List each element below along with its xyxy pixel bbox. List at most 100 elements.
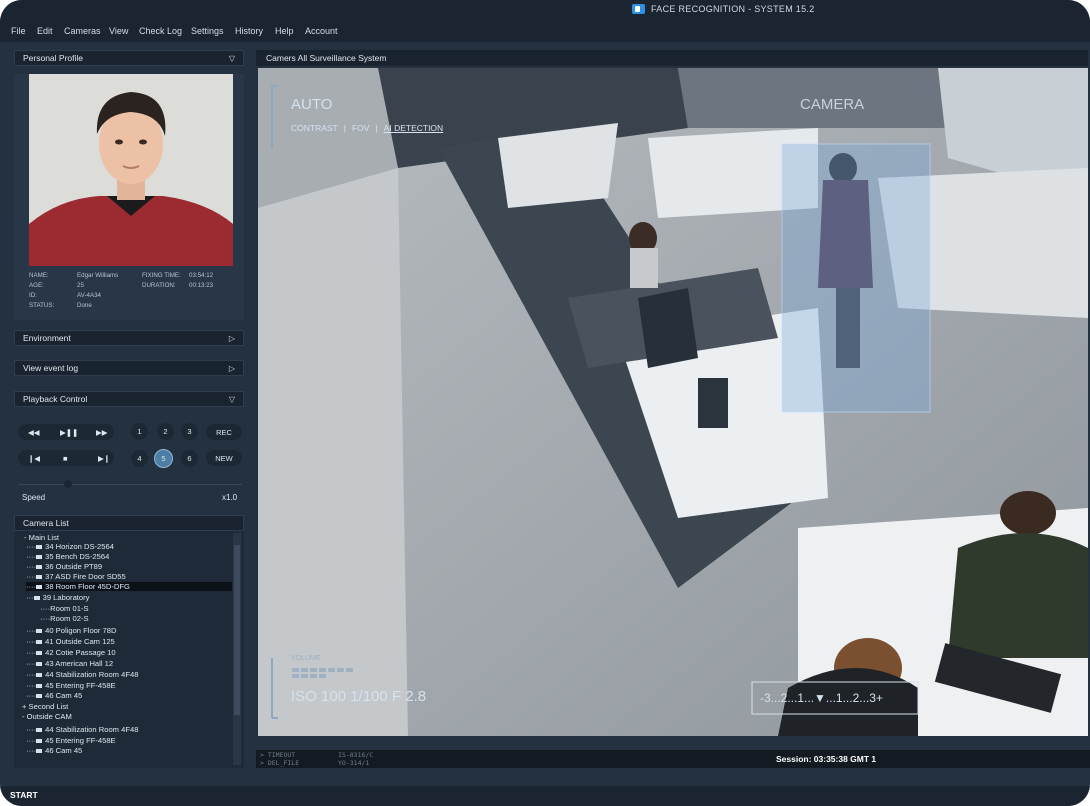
playback-control-title: Playback Control	[23, 394, 88, 404]
status-line-1: > TIMEOUT	[260, 751, 296, 759]
menu-cameras[interactable]: Cameras	[64, 26, 101, 36]
camera-item[interactable]: ···· 37 ASD Fire Door SD55	[26, 572, 126, 581]
camera-item[interactable]: ···· 35 Bench DS-2564	[26, 552, 109, 561]
camera-item[interactable]: ···· 46 Cam 45	[26, 746, 82, 755]
personal-profile-header[interactable]: Personal Profile ▽	[14, 50, 244, 66]
channel-button-3[interactable]: 3	[181, 423, 198, 440]
start-bar: START	[0, 786, 1090, 806]
expand-triangle-icon[interactable]: ▷	[229, 334, 235, 343]
camera-item[interactable]: ···· 42 Cotie Passage 10	[26, 648, 116, 657]
channel-button-1[interactable]: 1	[131, 423, 148, 440]
collapse-triangle-icon[interactable]: ▽	[229, 54, 235, 63]
camera-list-title: Camera List	[23, 518, 69, 528]
menu-history[interactable]: History	[235, 26, 263, 36]
channel-button-4[interactable]: 4	[131, 450, 148, 467]
tree-group-second[interactable]: + Second List	[22, 702, 68, 711]
transport-row-1: ◀◀ ▶❚❚ ▶▶	[18, 424, 114, 440]
id-value: AV-4A34	[77, 292, 101, 299]
speed-slider-handle[interactable]	[64, 480, 72, 488]
camera-item-selected[interactable]: ···· 38 Room Floor 45D-DFG	[26, 582, 232, 591]
speed-slider-track[interactable]	[18, 484, 242, 485]
person-photo	[29, 74, 233, 266]
camera-icon	[36, 545, 43, 549]
camera-item[interactable]: ···· 45 Entering FF-458E	[26, 681, 116, 690]
tree-group-main[interactable]: - Main List	[24, 533, 59, 542]
camera-item[interactable]: ···· 44 Stabilization Room 4F48	[26, 670, 138, 679]
camera-item[interactable]: ···· 43 American Hall 12	[26, 659, 113, 668]
camera-item[interactable]: ···· 36 Outside PT89	[26, 562, 102, 571]
menu-view[interactable]: View	[109, 26, 128, 36]
event-log-title: View event log	[23, 363, 79, 373]
room-item[interactable]: ····Room 02-S	[40, 614, 89, 623]
menu-check-log[interactable]: Check Log	[139, 26, 182, 36]
fixing-time-value: 03:54:12	[189, 272, 214, 279]
camera-icon	[36, 565, 43, 569]
hud-mode-bar: CONTRAST | FOV | AI DETECTION	[291, 123, 444, 133]
channel-button-6[interactable]: 6	[181, 450, 198, 467]
menu-help[interactable]: Help	[275, 26, 294, 36]
camera-list-header: Camera List	[14, 515, 244, 531]
camera-icon	[36, 728, 43, 732]
status-code-2: YO-314/1	[338, 759, 370, 767]
auto-mode-label: AUTO	[291, 96, 333, 113]
contrast-mode[interactable]: CONTRAST	[291, 123, 338, 133]
duration-value: 00:13:23	[189, 282, 214, 289]
tree-group-outside[interactable]: - Outside CAM	[22, 712, 72, 721]
playback-control-header[interactable]: Playback Control ▽	[14, 391, 244, 407]
fast-forward-icon[interactable]: ▶▶	[96, 428, 108, 437]
status-bar: > TIMEOUT > DEL_FILE IS-8316/C YO-314/1 …	[256, 750, 1090, 768]
camera-icon	[36, 684, 43, 688]
skip-back-icon[interactable]: ❙◀	[28, 454, 40, 463]
camera-item[interactable]: ···· 41 Outside Cam 125	[26, 637, 115, 646]
menu-settings[interactable]: Settings	[191, 26, 224, 36]
transport-row-2: ❙◀ ■ ▶❙	[18, 450, 114, 466]
camera-item[interactable]: ···· 40 Poligon Floor 78D	[26, 626, 116, 635]
channel-button-5[interactable]: 5	[154, 449, 173, 468]
expand-triangle-icon[interactable]: ▷	[229, 364, 235, 373]
window-title-text: FACE RECOGNITION - SYSTEM 15.2	[651, 4, 815, 14]
camera-item[interactable]: ···· 44 Stabilization Room 4F48	[26, 725, 138, 734]
environment-header[interactable]: Environment ▷	[14, 330, 244, 346]
status-line-2: > DEL_FILE	[260, 759, 300, 767]
camera-icon	[36, 673, 43, 677]
ai-detection-mode[interactable]: AI DETECTION	[384, 123, 444, 133]
room-item[interactable]: ····Room 01-S	[40, 604, 89, 613]
camera-icon	[36, 585, 43, 589]
new-button[interactable]: NEW	[206, 450, 242, 466]
camera-list-scroll-thumb[interactable]	[234, 545, 240, 715]
camera-group[interactable]: ··· 39 Laboratory	[26, 593, 89, 602]
skip-forward-icon[interactable]: ▶❙	[98, 454, 110, 463]
application-window: FACE RECOGNITION - SYSTEM 15.2 File Edit…	[0, 0, 1090, 806]
rec-button[interactable]: REC	[206, 424, 242, 440]
duration-label: DURATION:	[142, 282, 176, 289]
session-time: Session: 03:35:38 GMT 1	[776, 754, 877, 764]
play-pause-icon[interactable]: ▶❚❚	[60, 428, 78, 437]
menu-account[interactable]: Account	[305, 26, 338, 36]
rewind-icon[interactable]: ◀◀	[28, 428, 40, 437]
camera-icon	[36, 629, 43, 633]
fov-mode[interactable]: FOV	[352, 123, 369, 133]
event-log-header[interactable]: View event log ▷	[14, 360, 244, 376]
exposure-readout: ISO 100 1/100 F 2.8	[291, 688, 427, 705]
camera-icon	[36, 575, 43, 579]
face-detection-box[interactable]	[781, 143, 931, 413]
start-button[interactable]: START	[10, 790, 38, 800]
exposure-scale[interactable]: -3...2...1...▼...1...2...3+	[760, 691, 883, 705]
collapse-triangle-icon[interactable]: ▽	[229, 395, 235, 404]
camera-item[interactable]: ···· 46 Cam 45	[26, 691, 82, 700]
title-bar: FACE RECOGNITION - SYSTEM 15.2	[0, 0, 1090, 22]
camera-icon	[36, 739, 43, 743]
camera-item[interactable]: ···· 34 Horizon DS-2564	[26, 542, 114, 551]
camera-item[interactable]: ···· 45 Entering FF-458E	[26, 736, 116, 745]
status-value: Done	[77, 302, 92, 309]
stop-icon[interactable]: ■	[63, 454, 68, 463]
id-label: ID:	[29, 292, 37, 299]
menu-edit[interactable]: Edit	[37, 26, 53, 36]
menu-file[interactable]: File	[11, 26, 26, 36]
status-code-1: IS-8316/C	[338, 751, 374, 759]
person-portrait-image	[29, 74, 233, 266]
camera-feed[interactable]: AUTO CAMERA CONTRAST | FOV | AI DETECTION …	[258, 68, 1088, 736]
camera-icon	[36, 640, 43, 644]
camera-icon	[33, 596, 40, 600]
channel-button-2[interactable]: 2	[157, 423, 174, 440]
